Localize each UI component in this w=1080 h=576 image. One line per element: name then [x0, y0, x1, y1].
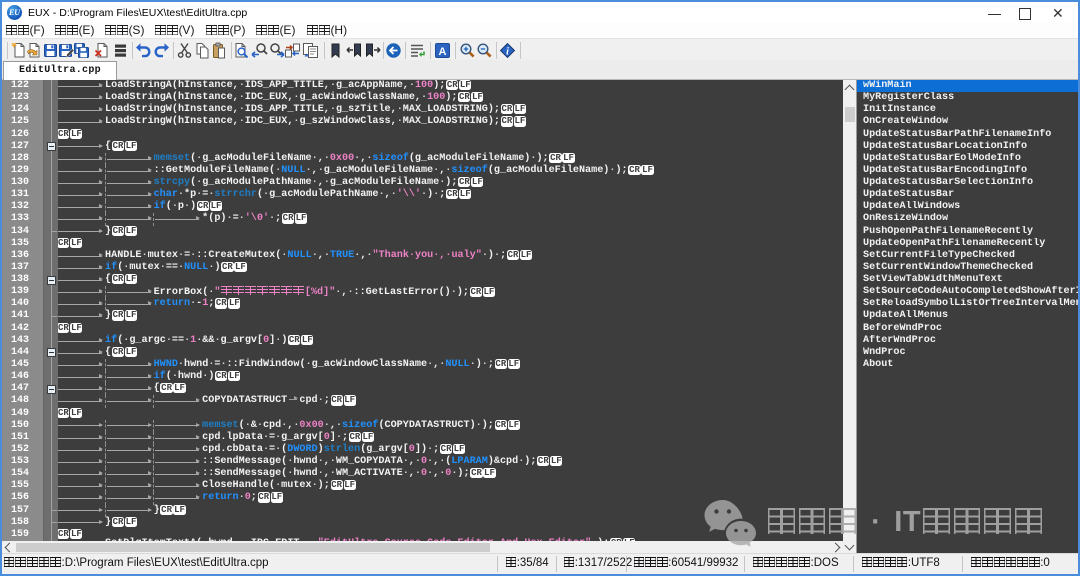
svg-text:i: i: [506, 46, 509, 57]
svg-text:A: A: [439, 46, 447, 58]
